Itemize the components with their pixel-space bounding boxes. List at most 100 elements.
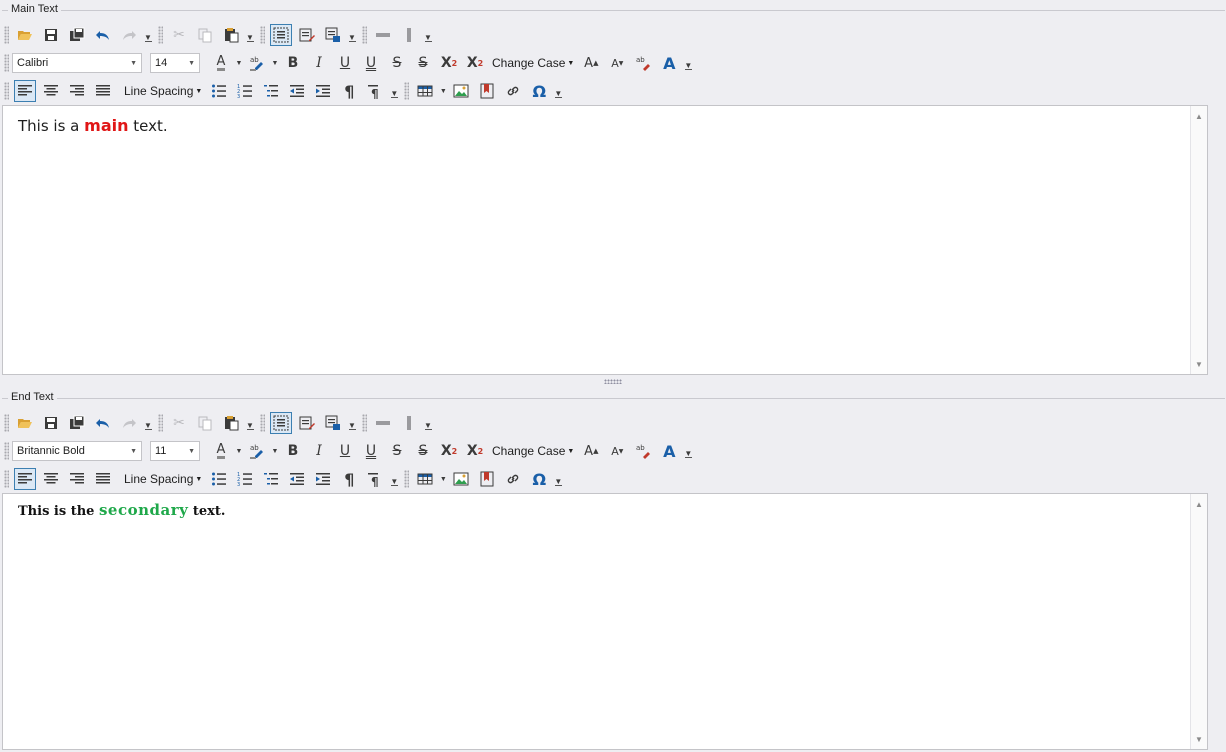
hyperlink-icon[interactable] xyxy=(502,468,524,490)
print-preview-icon[interactable] xyxy=(322,412,344,434)
paragraph-settings-icon[interactable]: ¶ xyxy=(364,80,386,102)
paste-icon[interactable] xyxy=(220,412,242,434)
select-all-icon[interactable] xyxy=(270,412,292,434)
shrink-font-icon[interactable]: A ▼ xyxy=(606,52,628,74)
panel-splitter[interactable] xyxy=(0,376,1226,386)
toolbar-grip[interactable] xyxy=(4,54,9,72)
chevron-down-icon[interactable]: ▼ xyxy=(234,52,244,74)
grow-font-icon[interactable]: A ▲ xyxy=(580,52,602,74)
folder-open-icon[interactable] xyxy=(14,412,36,434)
clear-formatting-icon[interactable]: ab xyxy=(632,440,654,462)
overflow-chevron-icon[interactable]: ▼ xyxy=(552,80,564,102)
italic-button[interactable]: I xyxy=(308,52,330,74)
overflow-chevron-icon[interactable]: ▼ xyxy=(346,24,358,46)
overflow-chevron-icon[interactable]: ▼ xyxy=(244,412,256,434)
align-left-icon[interactable] xyxy=(14,80,36,102)
toolbar-grip[interactable] xyxy=(362,26,367,44)
bookmark-icon[interactable] xyxy=(476,80,498,102)
decrease-indent-icon[interactable] xyxy=(286,468,308,490)
bold-button[interactable]: B xyxy=(282,440,304,462)
double-strikethrough-button[interactable]: S xyxy=(412,52,434,74)
edit-document-icon[interactable] xyxy=(296,412,318,434)
increase-indent-icon[interactable] xyxy=(312,468,334,490)
main-text-content[interactable]: This is a main text. xyxy=(3,106,1207,145)
scroll-down-icon[interactable]: ▼ xyxy=(1191,356,1207,372)
toolbar-grip[interactable] xyxy=(260,414,265,432)
bullet-list-icon[interactable] xyxy=(208,80,230,102)
bookmark-icon[interactable] xyxy=(476,468,498,490)
superscript-button[interactable]: X2 xyxy=(438,440,460,462)
vertical-scrollbar[interactable]: ▲ ▼ xyxy=(1190,106,1207,374)
subscript-button[interactable]: X2 xyxy=(464,440,486,462)
overflow-chevron-icon[interactable]: ▼ xyxy=(244,24,256,46)
multilevel-list-icon[interactable] xyxy=(260,80,282,102)
table-icon[interactable] xyxy=(414,468,436,490)
symbol-icon[interactable]: Ω xyxy=(528,468,550,490)
folder-open-icon[interactable] xyxy=(14,24,36,46)
print-preview-icon[interactable] xyxy=(322,24,344,46)
chevron-down-icon[interactable]: ▼ xyxy=(270,440,280,462)
overflow-chevron-icon[interactable]: ▼ xyxy=(682,52,694,74)
double-underline-button[interactable]: U xyxy=(360,52,382,74)
align-left-icon[interactable] xyxy=(14,468,36,490)
subscript-button[interactable]: X2 xyxy=(464,52,486,74)
underline-button[interactable]: U xyxy=(334,52,356,74)
overflow-chevron-icon[interactable]: ▼ xyxy=(346,412,358,434)
chevron-down-icon[interactable]: ▼ xyxy=(438,468,448,490)
vertical-scrollbar[interactable]: ▲ ▼ xyxy=(1190,494,1207,749)
paste-icon[interactable] xyxy=(220,24,242,46)
numbered-list-icon[interactable]: 123 xyxy=(234,468,256,490)
select-all-icon[interactable] xyxy=(270,24,292,46)
grow-font-icon[interactable]: A ▲ xyxy=(580,440,602,462)
justify-icon[interactable] xyxy=(92,80,114,102)
underline-button[interactable]: U xyxy=(334,440,356,462)
main-text-editor[interactable]: This is a main text. ▲ ▼ xyxy=(2,105,1208,375)
paragraph-settings-icon[interactable]: ¶ xyxy=(364,468,386,490)
double-underline-button[interactable]: U xyxy=(360,440,382,462)
undo-icon[interactable] xyxy=(92,412,114,434)
scroll-up-icon[interactable]: ▲ xyxy=(1191,108,1207,124)
scroll-up-icon[interactable]: ▲ xyxy=(1191,496,1207,512)
justify-icon[interactable] xyxy=(92,468,114,490)
toolbar-grip[interactable] xyxy=(404,470,410,488)
overflow-chevron-icon[interactable]: ▼ xyxy=(142,412,154,434)
insert-image-icon[interactable] xyxy=(450,468,472,490)
cut-icon[interactable]: ✂ xyxy=(168,24,190,46)
font-size-select[interactable]: 11 ▼ xyxy=(150,441,200,461)
line-spacing-dropdown[interactable]: Line Spacing ▼ xyxy=(120,80,206,102)
undo-icon[interactable] xyxy=(92,24,114,46)
overflow-chevron-icon[interactable]: ▼ xyxy=(142,24,154,46)
italic-button[interactable]: I xyxy=(308,440,330,462)
toolbar-grip[interactable] xyxy=(4,442,9,460)
toolbar-grip[interactable] xyxy=(4,414,9,432)
shrink-font-icon[interactable]: A ▼ xyxy=(606,440,628,462)
toolbar-grip[interactable] xyxy=(4,26,9,44)
font-name-select[interactable]: Britannic Bold ▼ xyxy=(12,441,142,461)
align-center-icon[interactable] xyxy=(40,80,62,102)
save-all-icon[interactable] xyxy=(66,24,88,46)
paragraph-marks-icon[interactable]: ¶ xyxy=(338,468,360,490)
align-right-icon[interactable] xyxy=(66,80,88,102)
multilevel-list-icon[interactable] xyxy=(260,468,282,490)
overflow-chevron-icon[interactable]: ▼ xyxy=(422,412,434,434)
strikethrough-button[interactable]: S xyxy=(386,440,408,462)
horizontal-rule-icon[interactable] xyxy=(372,412,394,434)
chevron-down-icon[interactable]: ▼ xyxy=(438,80,448,102)
overflow-chevron-icon[interactable]: ▼ xyxy=(388,468,400,490)
bullet-list-icon[interactable] xyxy=(208,468,230,490)
redo-icon[interactable] xyxy=(118,412,140,434)
highlight-color-icon[interactable]: ab xyxy=(246,440,268,462)
strikethrough-button[interactable]: S xyxy=(386,52,408,74)
chevron-down-icon[interactable]: ▼ xyxy=(270,52,280,74)
chevron-down-icon[interactable]: ▼ xyxy=(234,440,244,462)
font-color-icon[interactable]: A xyxy=(210,440,232,462)
align-center-icon[interactable] xyxy=(40,468,62,490)
toolbar-grip[interactable] xyxy=(4,82,9,100)
change-case-dropdown[interactable]: Change Case ▼ xyxy=(488,52,578,74)
overflow-chevron-icon[interactable]: ▼ xyxy=(552,468,564,490)
splitter-grip-icon[interactable] xyxy=(604,379,622,384)
toolbar-grip[interactable] xyxy=(260,26,265,44)
redo-icon[interactable] xyxy=(118,24,140,46)
copy-icon[interactable] xyxy=(194,24,216,46)
toolbar-grip[interactable] xyxy=(362,414,367,432)
